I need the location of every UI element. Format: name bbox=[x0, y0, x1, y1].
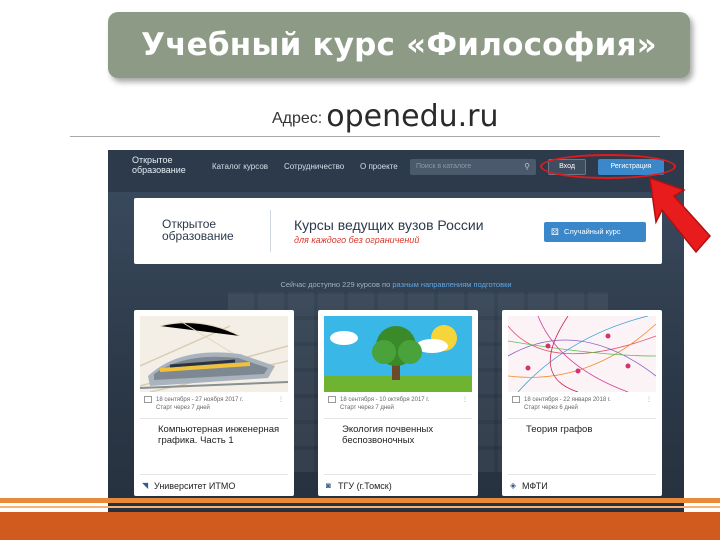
banner-subheading: для каждого без ограничений bbox=[294, 235, 420, 245]
course-meta: 18 сентября - 10 октября 2017 г. Старт ч… bbox=[328, 396, 468, 412]
slide-title: Учебный курс «Философия» bbox=[141, 27, 657, 63]
available-courses-text: Сейчас доступно 229 курсов по разным нап… bbox=[280, 280, 512, 289]
course-university: ◙ ТГУ (г.Томск) bbox=[324, 474, 472, 496]
university-logo-icon: ◙ bbox=[326, 481, 331, 490]
course-meta: 18 сентября - 22 января 2018 г. Старт че… bbox=[512, 396, 652, 412]
course-image-graph bbox=[508, 316, 656, 392]
course-title[interactable]: Компьютерная инженерная графика. Часть 1 bbox=[158, 424, 288, 446]
nav-cooperation[interactable]: Сотрудничество bbox=[284, 162, 344, 171]
promo-banner: Открытое образование Курсы ведущих вузов… bbox=[134, 198, 662, 264]
more-icon[interactable]: ⋮ bbox=[646, 396, 652, 404]
course-image-tree bbox=[324, 316, 472, 392]
course-meta: 18 сентября - 27 ноября 2017 г. Старт че… bbox=[144, 396, 284, 412]
calendar-icon bbox=[512, 396, 520, 403]
course-title[interactable]: Теория графов bbox=[526, 424, 656, 435]
site-logo[interactable]: Открытое образование bbox=[132, 155, 202, 175]
divider bbox=[70, 136, 660, 137]
more-icon[interactable]: ⋮ bbox=[462, 396, 468, 404]
search-icon[interactable]: ⚲ bbox=[524, 162, 530, 171]
calendar-icon bbox=[144, 396, 152, 403]
accent-bar bbox=[0, 512, 720, 540]
calendar-icon bbox=[328, 396, 336, 403]
address-line: Адрес: openedu.ru bbox=[272, 94, 499, 134]
random-course-label: Случайный курс bbox=[564, 227, 621, 236]
available-link[interactable]: разным направлениям подготовки bbox=[392, 280, 511, 289]
more-icon[interactable]: ⋮ bbox=[278, 396, 284, 404]
course-card[interactable]: 18 сентября - 22 января 2018 г. Старт че… bbox=[502, 310, 662, 496]
nav-catalog[interactable]: Каталог курсов bbox=[212, 162, 268, 171]
course-card[interactable]: 18 сентября - 27 ноября 2017 г. Старт че… bbox=[134, 310, 294, 496]
top-nav: Открытое образование Каталог курсов Сотр… bbox=[108, 150, 684, 184]
banner-logo: Открытое образование bbox=[162, 217, 234, 243]
university-logo-icon: ◈ bbox=[510, 481, 517, 490]
course-image-train bbox=[140, 316, 288, 392]
search-input[interactable]: Поиск в каталоге ⚲ bbox=[410, 159, 536, 175]
nav-about[interactable]: О проекте bbox=[360, 162, 398, 171]
red-arrow-icon bbox=[649, 176, 712, 254]
accent-line bbox=[0, 498, 720, 503]
course-university: ◈ МФТИ bbox=[508, 474, 656, 496]
address-url[interactable]: openedu.ru bbox=[326, 99, 498, 134]
course-university: ◥ Университет ИТМО bbox=[140, 474, 288, 496]
university-logo-icon: ◥ bbox=[142, 481, 149, 490]
banner-heading: Курсы ведущих вузов России bbox=[294, 217, 484, 233]
slide-title-box: Учебный курс «Философия» bbox=[108, 12, 690, 78]
random-course-button[interactable]: ⚄ Случайный курс bbox=[544, 222, 646, 242]
search-placeholder: Поиск в каталоге bbox=[416, 163, 472, 170]
dice-icon: ⚄ bbox=[551, 227, 559, 237]
course-title[interactable]: Экология почвенных беспозвоночных bbox=[342, 424, 472, 446]
website-screenshot: Открытое образование Каталог курсов Сотр… bbox=[108, 150, 684, 512]
course-card[interactable]: 18 сентября - 10 октября 2017 г. Старт ч… bbox=[318, 310, 478, 496]
address-label: Адрес: bbox=[272, 110, 323, 127]
